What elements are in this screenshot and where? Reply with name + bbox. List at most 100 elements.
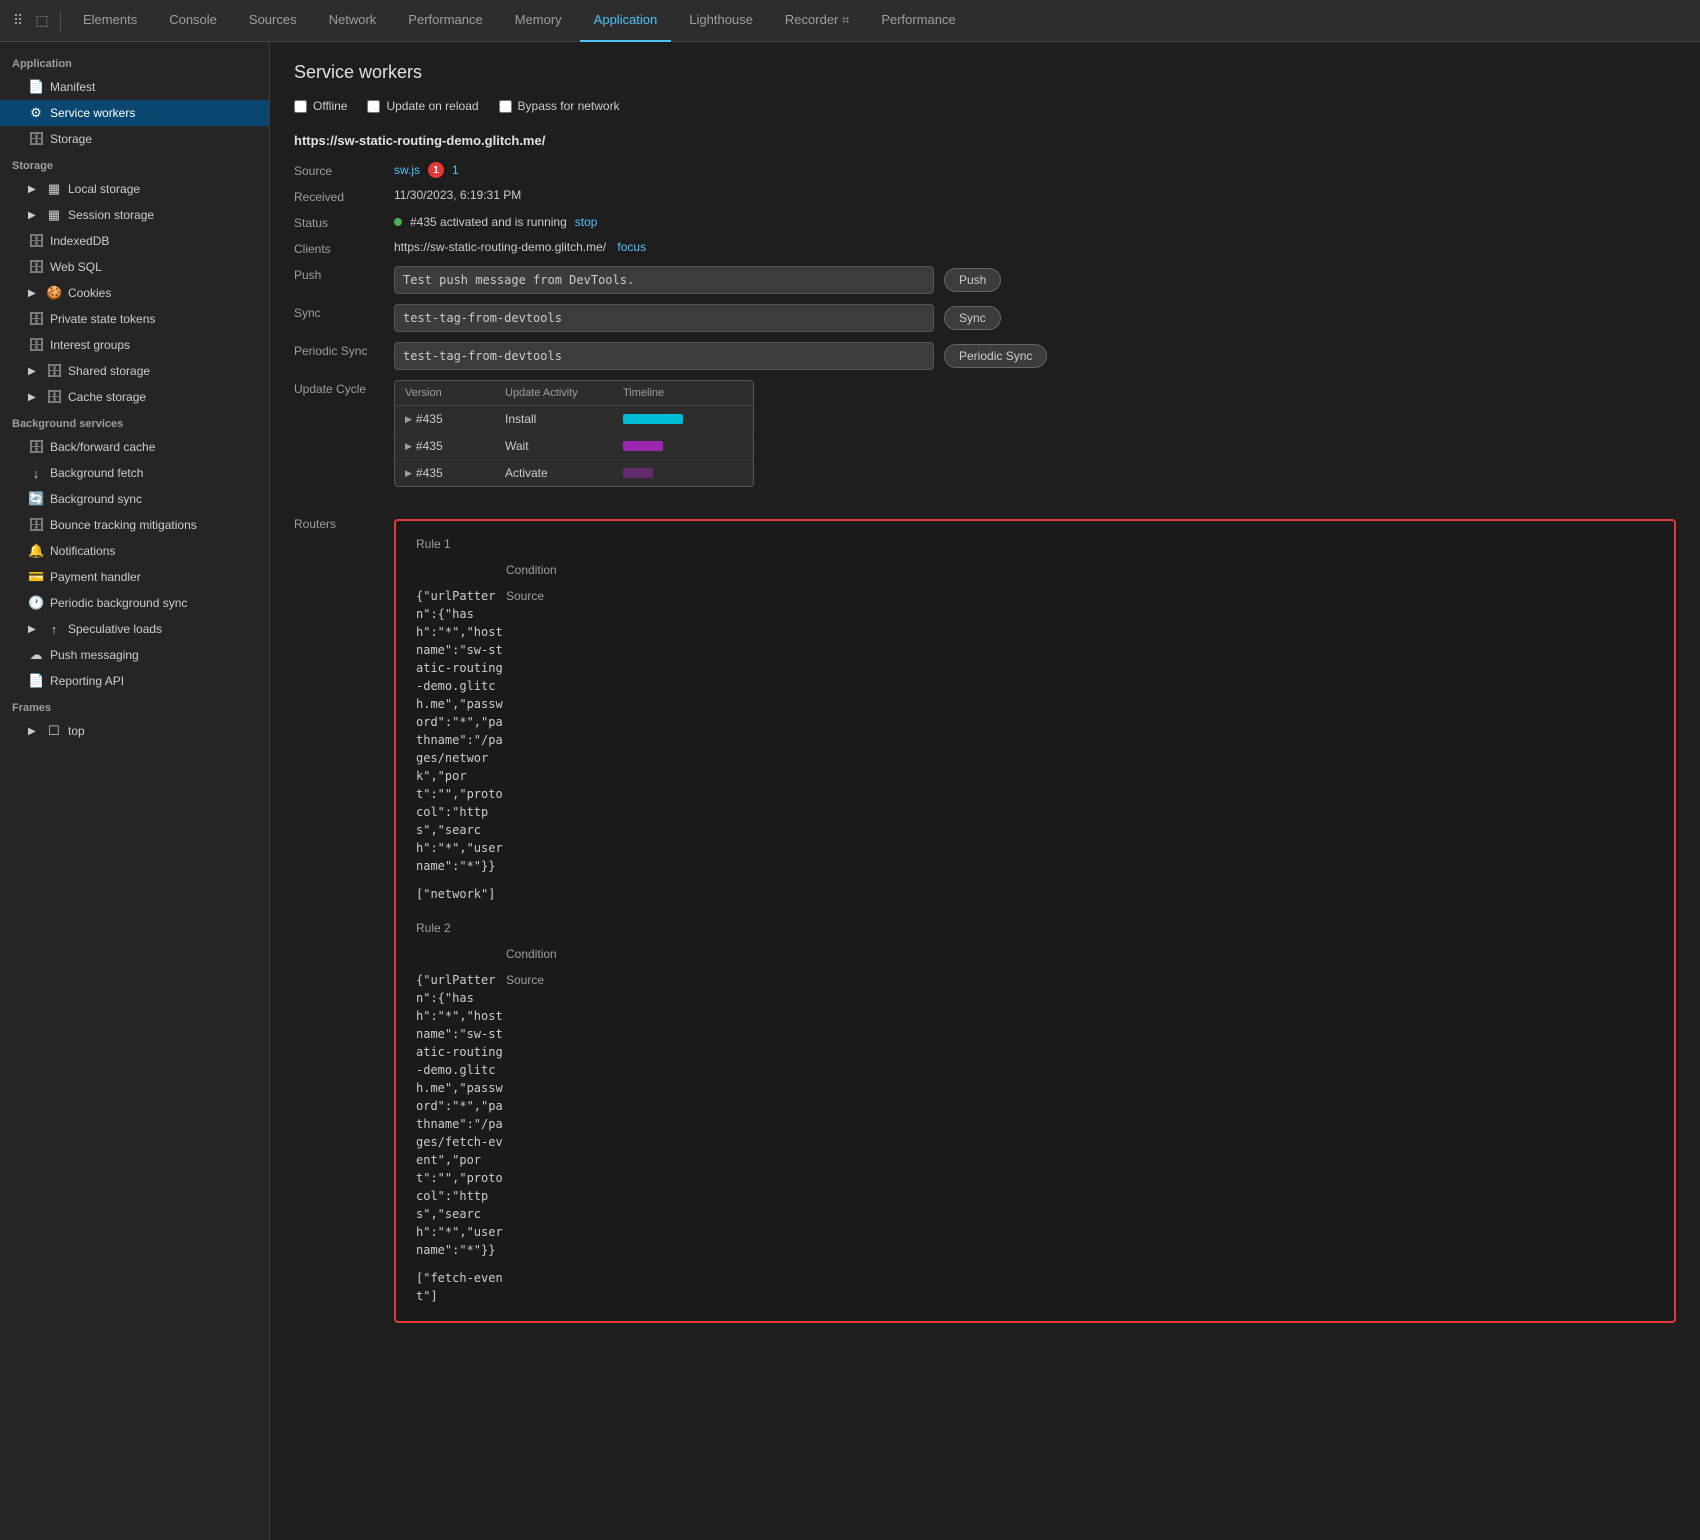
sidebar-web-sql-label: Web SQL (50, 260, 102, 274)
focus-link[interactable]: focus (617, 240, 646, 254)
tab-memory[interactable]: Memory (501, 0, 576, 42)
tab-sources[interactable]: Sources (235, 0, 311, 42)
periodic-sync-input[interactable] (394, 342, 934, 370)
row-arrow-1: ▶ (405, 441, 412, 452)
timeline-bar-1 (623, 441, 743, 451)
sidebar-item-indexeddb[interactable]: 🗄 IndexedDB (0, 228, 269, 254)
timeline-header: Timeline (623, 387, 743, 399)
page-title: Service workers (294, 62, 1676, 83)
sidebar-backforward-cache-label: Back/forward cache (50, 440, 155, 454)
sidebar-item-local-storage[interactable]: ▶ ▦ Local storage (0, 176, 269, 202)
activity-value-2: Activate (505, 466, 623, 480)
sidebar-item-shared-storage[interactable]: ▶ 🗄 Shared storage (0, 358, 269, 384)
offline-checkbox[interactable] (294, 100, 307, 113)
tab-console[interactable]: Console (155, 0, 231, 42)
timeline-bar-2 (623, 468, 743, 478)
main-layout: Application 📄 Manifest ⚙ Service workers… (0, 42, 1700, 1540)
update-cycle-row-1: ▶ #435 Wait (395, 433, 753, 460)
tab-application[interactable]: Application (580, 0, 672, 42)
sidebar-item-session-storage[interactable]: ▶ ▦ Session storage (0, 202, 269, 228)
version-header: Version (405, 387, 505, 399)
sidebar-item-service-workers[interactable]: ⚙ Service workers (0, 100, 269, 126)
sidebar-item-background-sync[interactable]: 🔄 Background sync (0, 486, 269, 512)
sidebar-item-bounce-tracking[interactable]: 🗄 Bounce tracking mitigations (0, 512, 269, 538)
sidebar-item-backforward-cache[interactable]: 🗄 Back/forward cache (0, 434, 269, 460)
sidebar-item-cache-storage[interactable]: ▶ 🗄 Cache storage (0, 384, 269, 410)
rule-1-source-label: Source (506, 587, 1654, 875)
sidebar-item-private-state-tokens[interactable]: 🗄 Private state tokens (0, 306, 269, 332)
sidebar-item-payment-handler[interactable]: 💳 Payment handler (0, 564, 269, 590)
sidebar-item-manifest[interactable]: 📄 Manifest (0, 74, 269, 100)
source-error-link[interactable]: 1 (452, 163, 459, 177)
source-value: sw.js 1 1 (394, 162, 1676, 178)
interest-groups-icon: 🗄 (28, 337, 44, 353)
rule-2-source-value: ["fetch-event"] (416, 1269, 506, 1305)
bypass-for-network-checkbox-label[interactable]: Bypass for network (499, 99, 620, 113)
push-button[interactable]: Push (944, 268, 1001, 292)
version-value-2: #435 (416, 466, 443, 480)
bypass-for-network-checkbox[interactable] (499, 100, 512, 113)
sidebar-item-web-sql[interactable]: 🗄 Web SQL (0, 254, 269, 280)
cache-storage-arrow: ▶ (28, 392, 40, 403)
sidebar-indexeddb-label: IndexedDB (50, 234, 109, 248)
periodic-sync-button[interactable]: Periodic Sync (944, 344, 1047, 368)
bar-partial (623, 468, 653, 478)
version-cell-1: ▶ #435 (405, 439, 505, 453)
reporting-api-icon: 📄 (28, 673, 44, 689)
service-workers-icon: ⚙ (28, 105, 44, 121)
storage-section-label: Storage (0, 152, 269, 176)
activity-value-1: Wait (505, 439, 623, 453)
payment-handler-icon: 💳 (28, 569, 44, 585)
devtools-icon[interactable]: ⠿ (8, 11, 28, 31)
sidebar-item-cookies[interactable]: ▶ 🍪 Cookies (0, 280, 269, 306)
sidebar-storage-label: Storage (50, 132, 92, 146)
sidebar-item-push-messaging[interactable]: ☁ Push messaging (0, 642, 269, 668)
sidebar-item-periodic-background-sync[interactable]: 🕐 Periodic background sync (0, 590, 269, 616)
sidebar-cache-storage-label: Cache storage (68, 390, 146, 404)
sidebar-item-reporting-api[interactable]: 📄 Reporting API (0, 668, 269, 694)
top-frame-icon: ☐ (46, 723, 62, 739)
tab-recorder[interactable]: Recorder ⌗ (771, 0, 863, 42)
status-dot (394, 218, 402, 226)
sidebar-item-speculative-loads[interactable]: ▶ ↑ Speculative loads (0, 616, 269, 642)
version-cell-2: ▶ #435 (405, 466, 505, 480)
sidebar-push-messaging-label: Push messaging (50, 648, 139, 662)
version-value-1: #435 (416, 439, 443, 453)
speculative-loads-arrow: ▶ (28, 624, 40, 635)
rule-1-condition-label: Condition (506, 561, 1654, 577)
update-cycle-row-2: ▶ #435 Activate (395, 460, 753, 486)
sync-button[interactable]: Sync (944, 306, 1001, 330)
tab-performance[interactable]: Performance (394, 0, 496, 42)
background-fetch-icon: ↓ (28, 466, 44, 481)
tab-elements[interactable]: Elements (69, 0, 151, 42)
speculative-loads-icon: ↑ (46, 622, 62, 637)
tab-lighthouse[interactable]: Lighthouse (675, 0, 767, 42)
offline-checkbox-label[interactable]: Offline (294, 99, 347, 113)
sync-input[interactable] (394, 304, 934, 332)
content-area: Service workers Offline Update on reload… (270, 42, 1700, 1540)
sidebar-item-notifications[interactable]: 🔔 Notifications (0, 538, 269, 564)
sidebar-item-background-fetch[interactable]: ↓ Background fetch (0, 460, 269, 486)
sidebar-top-label: top (68, 724, 85, 738)
top-arrow: ▶ (28, 726, 40, 737)
push-input[interactable] (394, 266, 934, 294)
stop-link[interactable]: stop (575, 215, 598, 229)
inspect-icon[interactable]: ⬚ (32, 11, 52, 31)
storage-icon: 🗄 (28, 131, 44, 147)
toolbar-separator (60, 11, 61, 31)
row-arrow-2: ▶ (405, 468, 412, 479)
application-section-label: Application (0, 50, 269, 74)
source-file-link[interactable]: sw.js (394, 163, 420, 177)
update-on-reload-checkbox[interactable] (367, 100, 380, 113)
received-value: 11/30/2023, 6:19:31 PM (394, 188, 1676, 204)
routers-label: Routers (294, 515, 394, 1323)
tab-network[interactable]: Network (315, 0, 391, 42)
sidebar-item-top[interactable]: ▶ ☐ top (0, 718, 269, 744)
sidebar-bounce-tracking-label: Bounce tracking mitigations (50, 518, 197, 532)
rule-2-source-label: Source (506, 971, 1654, 1259)
tab-performance2[interactable]: Performance (867, 0, 969, 42)
sidebar-item-interest-groups[interactable]: 🗄 Interest groups (0, 332, 269, 358)
update-on-reload-checkbox-label[interactable]: Update on reload (367, 99, 478, 113)
sidebar-item-storage[interactable]: 🗄 Storage (0, 126, 269, 152)
routers-outer: Routers Rule 1 Condition {"urlPattern":{… (294, 515, 1676, 1323)
